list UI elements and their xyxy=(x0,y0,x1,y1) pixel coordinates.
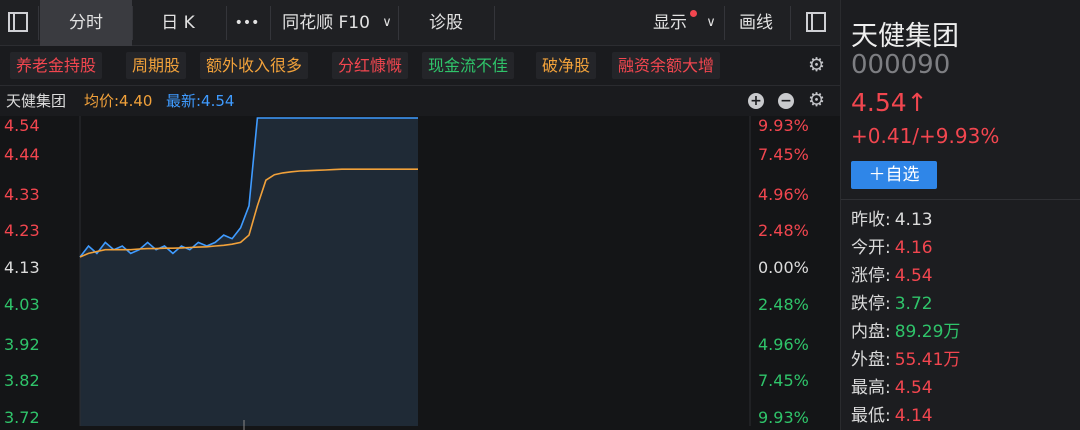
stat-row: 昨收: 4.13 xyxy=(851,208,933,232)
price-tick-label: 4.54 xyxy=(4,116,40,135)
stat-row: 最高: 4.54 xyxy=(851,376,933,400)
tag-chip[interactable]: 融资余额大增 xyxy=(612,52,721,79)
stat-row: 外盘: 55.41万 xyxy=(851,348,960,372)
chart-pane: 分时 日 K ••• 同花顺 F10 ∨ 诊股 显示 ∨ 画线 养老金持股 周期股… xyxy=(0,0,840,430)
stat-row: 最低: 4.14 xyxy=(851,404,933,428)
price-tick-label: 4.13 xyxy=(4,258,40,277)
stat-label: 跌停: xyxy=(851,294,891,314)
tag-chip[interactable]: 分红慷慨 xyxy=(332,52,409,79)
zoom-out-icon[interactable]: − xyxy=(778,93,794,109)
f10-button[interactable]: 同花顺 F10 xyxy=(272,0,380,46)
price-tick-label: 3.82 xyxy=(4,371,40,391)
divider xyxy=(38,6,39,40)
price-tick-label: 4.23 xyxy=(4,221,40,241)
stat-label: 外盘: xyxy=(851,350,891,370)
price-tick-label: 4.44 xyxy=(4,144,40,164)
percent-tick-label: 0.00% xyxy=(758,258,809,277)
quote-panel: 天健集团 000090 4.54↑ +0.41/+9.93% ＋自选 昨收: 4.… xyxy=(840,0,1080,430)
percent-tick-label: 7.45% xyxy=(758,144,809,164)
percent-tick-label: 4.96% xyxy=(758,184,809,204)
stat-label: 今开: xyxy=(851,238,891,258)
percent-tick-label: 2.48% xyxy=(758,221,809,241)
stat-value: 4.14 xyxy=(894,406,933,426)
percent-tick-label: 9.93% xyxy=(758,408,809,427)
divider xyxy=(398,6,399,40)
tag-bar: 养老金持股 周期股 额外收入很多 分红慷慨 现金流不佳 破净股 融资余额大增 ⚙ xyxy=(0,46,840,86)
price-tick-label: 3.72 xyxy=(4,408,40,427)
stat-value: 89.29万 xyxy=(894,322,961,342)
stat-value: 55.41万 xyxy=(894,350,961,370)
stat-value: 3.72 xyxy=(894,294,933,314)
gear-icon[interactable]: ⚙ xyxy=(808,54,825,76)
current-price: 4.54↑ xyxy=(851,88,928,117)
tag-chip[interactable]: 额外收入很多 xyxy=(200,52,309,79)
stat-row: 今开: 4.16 xyxy=(851,236,933,260)
add-watchlist-button[interactable]: ＋自选 xyxy=(851,161,937,189)
panel-toggle-icon[interactable] xyxy=(8,12,28,32)
more-button[interactable]: ••• xyxy=(226,0,268,46)
diagnose-button[interactable]: 诊股 xyxy=(400,0,492,46)
price-tick-label: 4.03 xyxy=(4,294,40,314)
zoom-in-icon[interactable]: + xyxy=(748,93,764,109)
info-bar: 天健集团 均价:4.40 最新:4.54 + − ⚙ xyxy=(0,86,840,116)
stat-label: 涨停: xyxy=(851,266,891,286)
price-area xyxy=(80,118,418,426)
tag-chip[interactable]: 周期股 xyxy=(126,52,187,79)
latest-price-label: 最新:4.54 xyxy=(166,92,235,110)
chevron-down-icon[interactable]: ∨ xyxy=(378,0,396,46)
stat-label: 昨收: xyxy=(851,210,891,230)
divider xyxy=(790,6,791,40)
divider xyxy=(270,6,271,40)
tag-chip[interactable]: 现金流不佳 xyxy=(422,52,515,79)
stat-value: 4.54 xyxy=(894,378,933,398)
panel-toggle-icon[interactable] xyxy=(806,12,826,32)
tag-chip[interactable]: 破净股 xyxy=(536,52,597,79)
tag-chip[interactable]: 养老金持股 xyxy=(10,52,103,79)
percent-tick-label: 7.45% xyxy=(758,371,809,391)
stat-label: 最低: xyxy=(851,406,891,426)
stock-name: 天健集团 xyxy=(851,21,959,52)
stat-label: 最高: xyxy=(851,378,891,398)
divider xyxy=(724,6,725,40)
stat-value: 4.54 xyxy=(894,266,933,286)
divider xyxy=(841,199,1080,200)
avg-price-label: 均价:4.40 xyxy=(84,92,153,110)
stat-row: 涨停: 4.54 xyxy=(851,264,933,288)
stat-label: 内盘: xyxy=(851,322,891,342)
intraday-chart[interactable] xyxy=(0,116,840,430)
draw-line-button[interactable]: 画线 xyxy=(726,0,786,46)
display-button[interactable]: 显示 xyxy=(648,0,692,46)
divider xyxy=(494,6,495,40)
percent-tick-label: 2.48% xyxy=(758,294,809,314)
chart-stock-name: 天健集团 xyxy=(6,92,67,110)
tab-fenshi[interactable]: 分时 xyxy=(40,0,132,46)
stat-value: 4.16 xyxy=(894,238,933,258)
stat-value: 4.13 xyxy=(894,210,933,230)
percent-tick-label: 9.93% xyxy=(758,116,809,135)
price-tick-label: 4.33 xyxy=(4,184,40,204)
chevron-down-icon[interactable]: ∨ xyxy=(702,0,720,46)
gear-icon[interactable]: ⚙ xyxy=(808,89,825,111)
stat-row: 内盘: 89.29万 xyxy=(851,320,960,344)
stock-code: 000090 xyxy=(851,50,951,80)
notification-dot xyxy=(690,10,697,17)
price-tick-label: 3.92 xyxy=(4,334,40,354)
tab-daily-k[interactable]: 日 K xyxy=(132,0,224,46)
percent-tick-label: 4.96% xyxy=(758,334,809,354)
stat-row: 跌停: 3.72 xyxy=(851,292,933,316)
price-change: +0.41/+9.93% xyxy=(851,124,1000,148)
toolbar: 分时 日 K ••• 同花顺 F10 ∨ 诊股 显示 ∨ 画线 xyxy=(0,0,840,46)
